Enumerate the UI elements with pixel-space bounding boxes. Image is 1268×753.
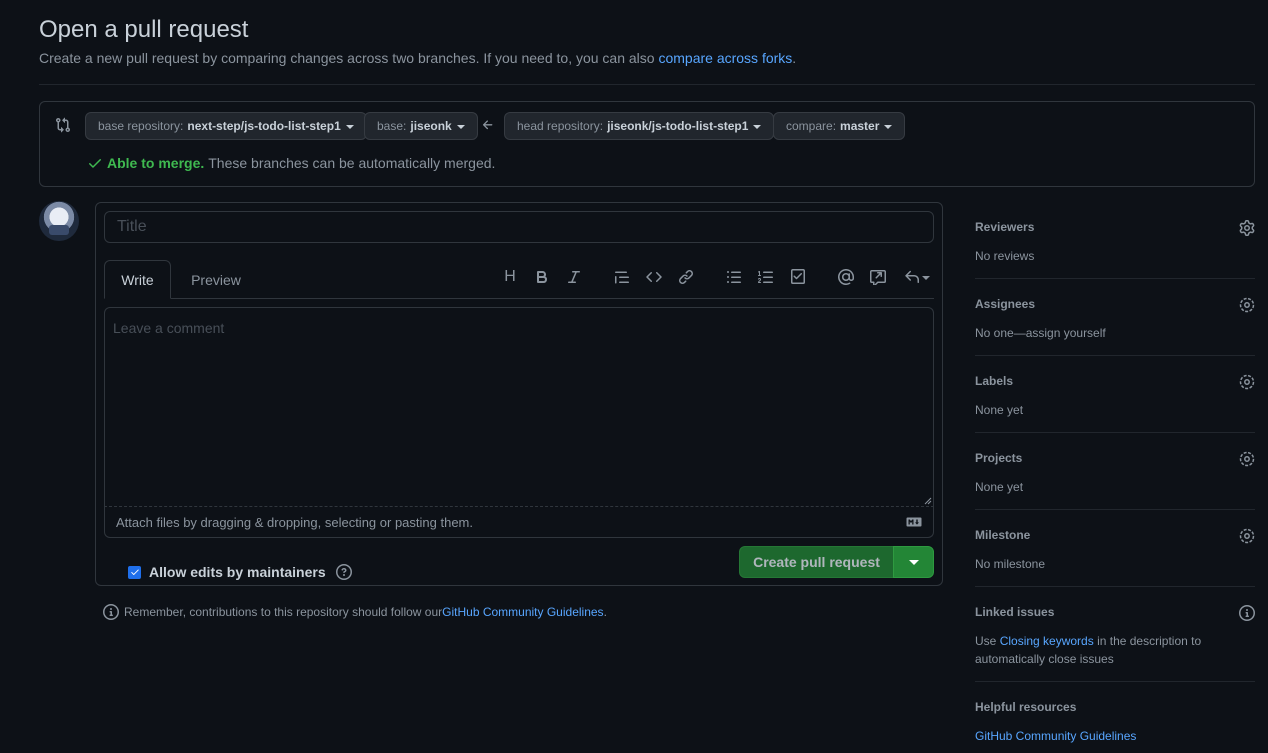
info-icon bbox=[103, 604, 119, 620]
create-pull-request-button[interactable]: Create pull request bbox=[739, 546, 894, 578]
git-compare-icon bbox=[56, 117, 71, 133]
comment-textarea[interactable] bbox=[104, 307, 934, 507]
create-options-dropdown[interactable] bbox=[893, 546, 934, 578]
arrow-left-icon bbox=[482, 120, 493, 130]
community-guidelines-sidebar-link[interactable]: GitHub Community Guidelines bbox=[975, 729, 1136, 743]
sidebar-divider bbox=[975, 278, 1255, 279]
title-input[interactable] bbox=[104, 211, 934, 243]
milestone-title[interactable]: Milestone bbox=[975, 528, 1255, 542]
resize-handle-icon[interactable] bbox=[924, 497, 932, 505]
helpful-resources-title: Helpful resources bbox=[975, 700, 1077, 714]
reply-icon[interactable] bbox=[902, 266, 932, 288]
code-icon[interactable] bbox=[643, 266, 665, 288]
subtitle-text: Create a new pull request by comparing c… bbox=[39, 50, 659, 66]
sidebar-divider bbox=[975, 586, 1255, 587]
gear-icon[interactable] bbox=[1239, 220, 1255, 236]
mention-icon[interactable] bbox=[835, 266, 857, 288]
assignees-value[interactable]: No one—assign yourself bbox=[975, 324, 1255, 342]
check-icon bbox=[89, 159, 101, 168]
attach-files-text: Attach files by dragging & dropping, sel… bbox=[116, 514, 473, 530]
gear-icon[interactable] bbox=[1239, 528, 1255, 544]
gear-icon[interactable] bbox=[1239, 297, 1255, 313]
gear-icon[interactable] bbox=[1239, 374, 1255, 390]
contribution-note: Remember, contributions to this reposito… bbox=[103, 604, 607, 620]
sidebar-helpful-resources: Helpful resources GitHub Community Guide… bbox=[975, 700, 1255, 745]
ordered-list-icon[interactable] bbox=[755, 266, 777, 288]
compare-branch-select[interactable]: compare: master bbox=[773, 112, 906, 140]
compare-branch-value: master bbox=[840, 119, 880, 133]
compare-branch-label: compare: bbox=[786, 119, 837, 133]
reviewers-value: No reviews bbox=[975, 249, 1035, 263]
base-repository-select[interactable]: base repository: next-step/js-todo-list-s… bbox=[85, 112, 367, 140]
link-icon[interactable] bbox=[675, 266, 697, 288]
head-repository-value: jiseonk/js-todo-list-step1 bbox=[607, 119, 749, 133]
chevron-down-icon bbox=[922, 275, 930, 280]
unordered-list-icon[interactable] bbox=[723, 266, 745, 288]
markdown-icon[interactable] bbox=[906, 517, 922, 527]
tab-write[interactable]: Write bbox=[104, 260, 171, 299]
merge-description: These branches can be automatically merg… bbox=[208, 155, 496, 171]
merge-ok-text: Able to merge. bbox=[107, 155, 205, 171]
head-repository-label: head repository: bbox=[517, 119, 604, 133]
header-divider bbox=[39, 84, 1255, 85]
sidebar-divider bbox=[975, 432, 1255, 433]
community-guidelines-link[interactable]: GitHub Community Guidelines bbox=[442, 605, 603, 619]
projects-value: None yet bbox=[975, 480, 1024, 494]
task-list-icon[interactable] bbox=[787, 266, 809, 288]
chevron-down-icon bbox=[456, 124, 465, 129]
compare-across-forks-link[interactable]: compare across forks bbox=[658, 50, 792, 66]
sidebar-assignees: Assignees No one—assign yourself bbox=[975, 297, 1255, 342]
reference-icon[interactable] bbox=[867, 266, 889, 288]
merge-status: Able to merge. These branches can be aut… bbox=[87, 155, 495, 171]
italic-icon[interactable] bbox=[563, 266, 585, 288]
labels-value: None yet bbox=[975, 403, 1024, 417]
sidebar-divider bbox=[975, 681, 1255, 682]
gear-icon[interactable] bbox=[1239, 451, 1255, 467]
check-icon bbox=[130, 569, 139, 575]
attach-files-bar[interactable]: Attach files by dragging & dropping, sel… bbox=[104, 507, 934, 538]
base-branch-label: base: bbox=[377, 119, 407, 133]
avatar[interactable] bbox=[39, 201, 79, 241]
contribution-note-suffix: . bbox=[603, 605, 607, 619]
head-repository-select[interactable]: head repository: jiseonk/js-todo-list-ste… bbox=[504, 112, 775, 140]
chevron-down-icon bbox=[884, 124, 893, 129]
linked-issues-prefix: Use bbox=[975, 634, 1000, 648]
contribution-note-text: Remember, contributions to this reposito… bbox=[124, 605, 443, 619]
allow-edits-label: Allow edits by maintainers bbox=[149, 564, 326, 580]
quote-icon[interactable] bbox=[611, 266, 633, 288]
projects-title[interactable]: Projects bbox=[975, 451, 1255, 465]
chevron-down-icon bbox=[753, 124, 762, 129]
base-repository-label: base repository: bbox=[98, 119, 184, 133]
labels-title[interactable]: Labels bbox=[975, 374, 1255, 388]
subtitle-suffix: . bbox=[792, 50, 797, 66]
sidebar-divider bbox=[975, 355, 1255, 356]
milestone-value: No milestone bbox=[975, 557, 1046, 571]
chevron-down-icon bbox=[908, 559, 919, 565]
reviewers-title[interactable]: Reviewers bbox=[975, 220, 1255, 234]
base-branch-value: jiseonk bbox=[410, 119, 452, 133]
allow-edits-row[interactable]: Allow edits by maintainers bbox=[128, 564, 352, 580]
heading-icon[interactable]: H bbox=[499, 266, 521, 288]
linked-issues-value: Use Closing keywords in the description … bbox=[975, 632, 1215, 668]
closing-keywords-link[interactable]: Closing keywords bbox=[1000, 634, 1094, 648]
sidebar-linked-issues: Linked issues Use Closing keywords in th… bbox=[975, 605, 1255, 668]
sidebar-reviewers: Reviewers No reviews bbox=[975, 220, 1255, 265]
allow-edits-checkbox[interactable] bbox=[128, 565, 141, 579]
info-icon[interactable] bbox=[1239, 605, 1255, 621]
chevron-down-icon bbox=[345, 124, 354, 129]
base-repository-value: next-step/js-todo-list-step1 bbox=[187, 119, 341, 133]
page-title: Open a pull request bbox=[39, 16, 249, 43]
sidebar-milestone: Milestone No milestone bbox=[975, 528, 1255, 573]
base-branch-select[interactable]: base: jiseonk bbox=[364, 112, 478, 140]
linked-issues-title: Linked issues bbox=[975, 605, 1055, 619]
sidebar-labels: Labels None yet bbox=[975, 374, 1255, 419]
question-icon[interactable] bbox=[335, 564, 352, 580]
sidebar-divider bbox=[975, 509, 1255, 510]
assignees-title[interactable]: Assignees bbox=[975, 297, 1255, 311]
page-subtitle: Create a new pull request by comparing c… bbox=[39, 50, 796, 66]
tab-preview[interactable]: Preview bbox=[178, 260, 254, 299]
sidebar-projects: Projects None yet bbox=[975, 451, 1255, 496]
bold-icon[interactable] bbox=[531, 266, 553, 288]
